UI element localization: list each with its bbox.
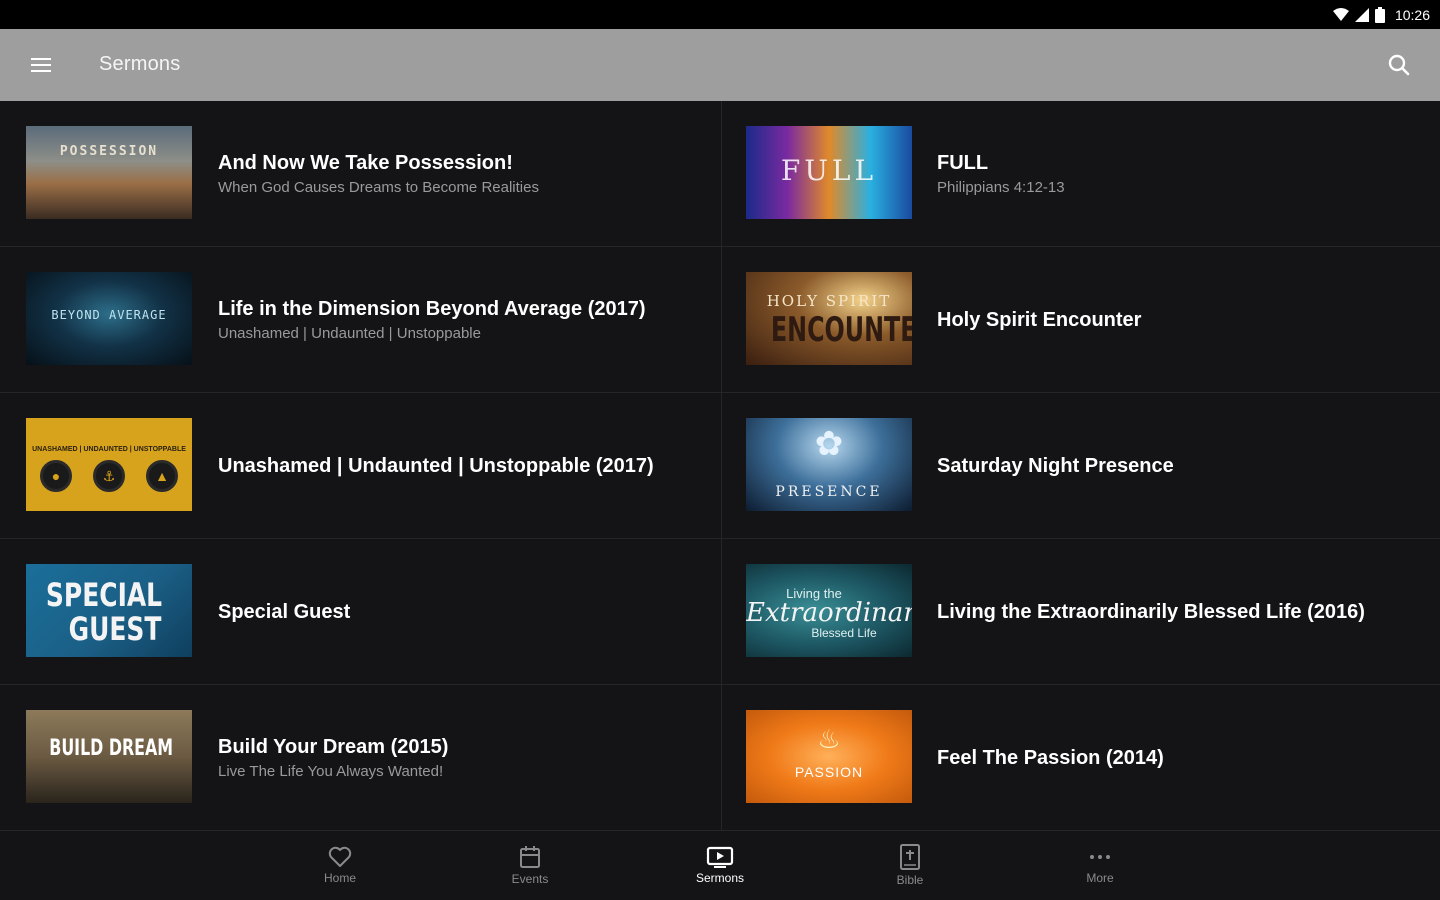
sermon-title: Saturday Night Presence <box>937 454 1174 477</box>
arrow-up-icon: ▲ <box>146 460 178 492</box>
nav-label: More <box>1086 871 1114 885</box>
sermon-subtitle: Philippians 4:12-13 <box>937 179 1065 196</box>
sermon-item[interactable]: BEYOND AVERAGE Life in the Dimension Bey… <box>0 247 722 393</box>
sermon-title: Feel The Passion (2014) <box>937 746 1164 769</box>
sermon-thumbnail: UNASHAMED | UNDAUNTED | UNSTOPPABLE ● ⚓ … <box>26 418 192 511</box>
thumbnail-text: HOLY SPIRIT <box>766 292 892 310</box>
sermon-item[interactable]: UNASHAMED | UNDAUNTED | UNSTOPPABLE ● ⚓ … <box>0 393 722 539</box>
sermon-item[interactable]: HOLY SPIRIT ENCOUNTER Holy Spirit Encoun… <box>722 247 1440 393</box>
thumbnail-text: SPECIAL <box>45 576 163 614</box>
nav-label: Sermons <box>695 871 745 885</box>
battery-icon <box>1374 7 1385 23</box>
thumbnail-text: ENCOUNTER <box>770 310 912 350</box>
nav-label: Events <box>511 872 549 886</box>
sermon-subtitle: Live The Life You Always Wanted! <box>218 763 444 780</box>
sermon-title: Unashamed | Undaunted | Unstoppable (201… <box>218 454 654 477</box>
sermon-thumbnail: FULL <box>746 126 912 219</box>
thumbnail-text: POSSESSION <box>59 144 159 159</box>
nav-label: Bible <box>896 873 924 887</box>
tv-play-icon <box>706 846 734 868</box>
thumbnail-text: PASSION <box>794 764 864 780</box>
sermon-thumbnail: SPECIAL GUEST <box>26 564 192 657</box>
nav-bible[interactable]: Bible <box>815 831 1005 900</box>
sermon-thumbnail: BEYOND AVERAGE <box>26 272 192 365</box>
more-dots-icon <box>1090 855 1110 859</box>
sermon-subtitle: When God Causes Dreams to Become Realiti… <box>218 179 539 196</box>
sermon-item[interactable]: ✿ PRESENCE Saturday Night Presence <box>722 393 1440 539</box>
nav-events[interactable]: Events <box>435 831 625 900</box>
thumbnail-text: BUILD DREAM <box>49 736 174 761</box>
search-button[interactable] <box>1380 47 1418 83</box>
dove-icon: ✿ <box>814 425 844 463</box>
thumbnail-text: PRESENCE <box>775 484 883 500</box>
sermon-item[interactable]: BUILD DREAM Build Your Dream (2015) Live… <box>0 685 722 831</box>
calendar-icon <box>520 846 540 868</box>
sermon-item[interactable]: FULL FULL Philippians 4:12-13 <box>722 101 1440 247</box>
sermon-title: Build Your Dream (2015) <box>218 736 449 758</box>
sermon-thumbnail: ✿ PRESENCE <box>746 418 912 511</box>
lightbulb-icon: ● <box>40 460 72 492</box>
page-title: Sermons <box>99 53 181 75</box>
bottom-navigation: Home Events Sermons Bible More <box>0 831 1440 900</box>
thumbnail-text: UNASHAMED | UNDAUNTED | UNSTOPPABLE <box>32 446 186 453</box>
thumbnail-text: Extraordinarily <box>746 598 912 628</box>
sermon-title: Holy Spirit Encounter <box>937 308 1142 331</box>
search-icon <box>1388 54 1410 76</box>
sermon-title: And Now We Take Possession! <box>218 152 513 174</box>
app-bar: Sermons <box>0 29 1440 101</box>
sermon-title: Living the Extraordinarily Blessed Life … <box>937 600 1365 623</box>
menu-button[interactable] <box>22 47 60 83</box>
signal-icon <box>1354 8 1369 22</box>
sermon-subtitle: Unashamed | Undaunted | Unstoppable <box>218 325 481 342</box>
thumbnail-text: FULL <box>780 154 878 187</box>
nav-label: Home <box>323 871 356 885</box>
nav-more[interactable]: More <box>1005 831 1195 900</box>
thumbnail-text: BEYOND AVERAGE <box>51 308 167 322</box>
sermon-item[interactable]: SPECIAL GUEST Special Guest <box>0 539 722 685</box>
anchor-icon: ⚓ <box>93 460 125 492</box>
nav-home[interactable]: Home <box>245 831 435 900</box>
sermon-item[interactable]: ♨ PASSION Feel The Passion (2014) <box>722 685 1440 831</box>
status-icons: 10:26 <box>1332 5 1430 25</box>
sermon-thumbnail: HOLY SPIRIT ENCOUNTER <box>746 272 912 365</box>
nav-sermons[interactable]: Sermons <box>625 831 815 900</box>
sermon-thumbnail: POSSESSION <box>26 126 192 219</box>
sermon-title: Special Guest <box>218 600 351 623</box>
status-time: 10:26 <box>1394 7 1430 23</box>
sermon-item[interactable]: Living the Extraordinarily Blessed Life … <box>722 539 1440 685</box>
thumbnail-text: Blessed Life <box>811 626 877 640</box>
thumbnail-text: GUEST <box>68 610 162 648</box>
wifi-icon <box>1332 8 1349 21</box>
sermon-thumbnail: Living the Extraordinarily Blessed Life <box>746 564 912 657</box>
bible-icon <box>900 844 920 870</box>
status-bar: 10:26 <box>0 0 1440 29</box>
sermon-thumbnail: ♨ PASSION <box>746 710 912 803</box>
flame-icon: ♨ <box>817 724 841 754</box>
sermon-grid: POSSESSION And Now We Take Possession! W… <box>0 101 1440 831</box>
sermon-item[interactable]: POSSESSION And Now We Take Possession! W… <box>0 101 722 247</box>
sermon-title: FULL <box>937 152 989 174</box>
sermon-title: Life in the Dimension Beyond Average (20… <box>218 298 646 320</box>
hamburger-menu-icon <box>31 58 51 72</box>
sermon-thumbnail: BUILD DREAM <box>26 710 192 803</box>
heart-icon <box>328 846 352 867</box>
